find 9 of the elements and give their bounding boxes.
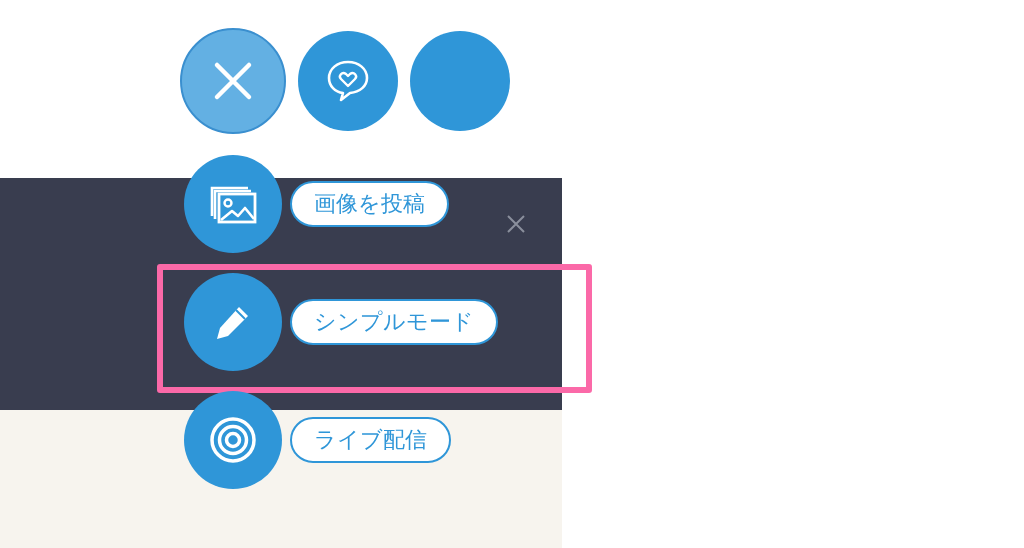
menu-label[interactable]: ライブ配信 bbox=[290, 417, 451, 463]
menu-label[interactable]: 画像を投稿 bbox=[290, 181, 449, 227]
menu-label[interactable]: シンプルモード bbox=[290, 299, 498, 345]
close-icon bbox=[506, 214, 526, 234]
close-icon bbox=[213, 61, 253, 101]
speech-bubble-heart-icon bbox=[325, 58, 371, 104]
concentric-circles-icon bbox=[209, 416, 257, 464]
close-button[interactable] bbox=[506, 214, 526, 234]
pencil-icon bbox=[215, 304, 251, 340]
